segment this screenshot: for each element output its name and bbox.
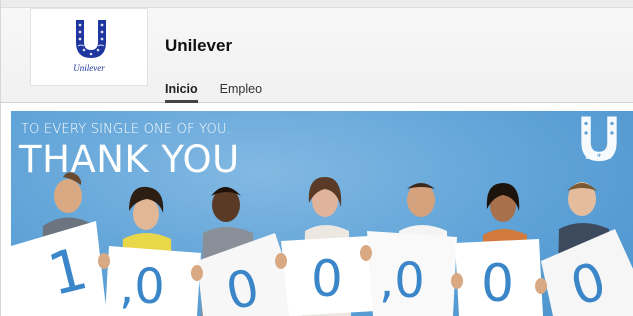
- tab-empleo[interactable]: Empleo: [220, 79, 262, 103]
- sign-2: ,0: [105, 246, 201, 316]
- company-header: Unilever Unilever Inicio Empleo: [1, 0, 633, 103]
- page-frame: Unilever Unilever Inicio Empleo TO EVERY…: [0, 0, 633, 316]
- company-logo[interactable]: Unilever: [30, 8, 148, 86]
- tab-bar: Inicio Empleo: [165, 79, 262, 103]
- sign-1: 1: [11, 221, 107, 316]
- sign-5: ,0: [367, 231, 457, 316]
- people-holding-signs: 1 ,0 0 0 ,0 0 0: [11, 172, 633, 316]
- unilever-u-logo-icon: [76, 20, 106, 58]
- company-name[interactable]: Unilever: [165, 36, 232, 56]
- sign-digit-2: ,0: [119, 259, 165, 315]
- sign-6: 0: [455, 239, 543, 316]
- cover-banner: TO EVERY SINGLE ONE OF YOU. THANK YOU Un…: [11, 111, 633, 316]
- tab-inicio[interactable]: Inicio: [165, 79, 198, 103]
- top-rule: [1, 0, 633, 8]
- sign-digit-6: 0: [481, 254, 514, 314]
- sign-digit-4: 0: [311, 250, 343, 308]
- logo-wordmark: Unilever: [73, 63, 105, 73]
- sign-digit-5: ,0: [379, 253, 425, 309]
- sign-7: 0: [541, 229, 633, 316]
